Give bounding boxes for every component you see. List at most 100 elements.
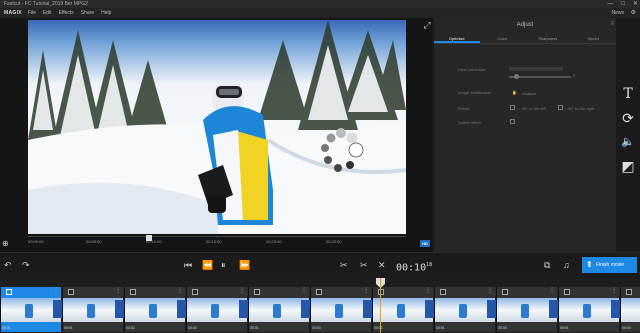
magix-logo: MAGIX — [4, 10, 22, 16]
clip-duration: 00:03 — [312, 326, 321, 330]
redo-icon[interactable]: ↷ — [22, 258, 30, 272]
split-scene-icon[interactable]: ✂ — [340, 258, 348, 272]
clip-checkbox[interactable] — [130, 289, 136, 295]
clip-thumbnail — [621, 298, 640, 322]
fast-forward-icon[interactable]: ⏩ — [239, 258, 250, 272]
clip-thumbnail — [559, 298, 619, 322]
menu-file[interactable]: File — [28, 10, 36, 16]
timeline-clip[interactable]: ⋮ 00:03 — [310, 287, 373, 332]
timeline-clip[interactable]: ⋮ 00:01 — [0, 287, 63, 332]
timeline-clip[interactable]: ⋮ 00:02 — [186, 287, 249, 332]
tab-speed[interactable]: Speed — [571, 35, 617, 43]
rotate-left-icon[interactable] — [510, 105, 515, 110]
timeline-clip[interactable]: ⋮ 00:01 — [248, 287, 311, 332]
skip-to-start-icon[interactable]: ⏮ — [184, 258, 192, 272]
clip-duration: 00:01 — [64, 326, 73, 330]
panel-title: Adjust — [516, 22, 534, 28]
clip-duration: 00:02 — [126, 326, 135, 330]
close-window-button[interactable]: ✕ — [633, 0, 638, 8]
undo-icon[interactable]: ↶ — [4, 258, 12, 272]
clip-menu-icon[interactable]: ⋮ — [53, 287, 59, 294]
clip-menu-icon[interactable]: ⋮ — [487, 287, 493, 294]
switch-effect-checkbox[interactable] — [510, 119, 515, 124]
clip-duration: 00:02 — [374, 326, 383, 330]
clip-duration: 00:01 — [436, 326, 445, 330]
clip-menu-icon[interactable]: ⋮ — [239, 287, 245, 294]
video-preview[interactable] — [28, 20, 406, 234]
menu-share[interactable]: Share — [81, 10, 94, 16]
clip-menu-icon[interactable]: ⋮ — [177, 287, 183, 294]
clip-menu-icon[interactable]: ⋮ — [363, 287, 369, 294]
timeline-clip[interactable]: ⋮ 00:01 — [434, 287, 497, 332]
clip-thumbnail — [435, 298, 495, 322]
trim-icon[interactable]: ✂ — [360, 258, 368, 272]
tab-color[interactable]: Color — [480, 35, 526, 43]
clip-checkbox[interactable] — [378, 289, 384, 295]
clip-menu-icon[interactable]: ⋮ — [301, 287, 307, 294]
clip-duration: 00:01 — [2, 326, 11, 330]
timeline-clip[interactable]: ⋮ 00:02 — [124, 287, 187, 332]
ruler-tick: 00:00:00 — [28, 239, 44, 244]
adjust-tool-icon[interactable]: ⟳ — [620, 110, 636, 126]
timecode-main: 00:10 — [396, 262, 427, 274]
menu-effects[interactable]: Effects — [59, 10, 74, 16]
audio-tool-icon[interactable]: 🔈 — [620, 134, 636, 150]
transport-bar: ↶ ↷ ⏮ ⏪ ⏸ ⏩ ✂ ✂ ✕ 00:1018 ⧉ ♫ ⬆ Finish m… — [0, 252, 640, 277]
menu-edit[interactable]: Edit — [43, 10, 52, 16]
rotate-right-icon[interactable] — [558, 105, 563, 110]
add-media-icon[interactable]: ⧉ — [544, 258, 550, 272]
clip-checkbox[interactable] — [6, 289, 12, 295]
ruler-tick: 00:25:00 — [326, 239, 342, 244]
clip-menu-icon[interactable]: ⋮ — [611, 287, 617, 294]
delete-icon[interactable]: ✕ — [378, 258, 386, 272]
clip-checkbox[interactable] — [254, 289, 260, 295]
timeline-clip[interactable]: 00:00 — [620, 287, 640, 332]
zoom-in-icon[interactable]: ⊕ — [2, 239, 9, 248]
clip-menu-icon[interactable]: ⋮ — [425, 287, 431, 294]
timeline-clip[interactable]: ⋮ 00:00 — [496, 287, 559, 332]
clip-checkbox[interactable] — [192, 289, 198, 295]
timeline-clip[interactable]: ⋮ 00:02 — [372, 287, 435, 332]
tab-sharpness[interactable]: Sharpness — [525, 35, 571, 43]
clip-duration: 00:01 — [250, 326, 259, 330]
rotate-label: Rotate — [458, 106, 470, 111]
timeline-clip[interactable]: ⋮ 00:01 — [62, 287, 125, 332]
clip-thumbnail — [125, 298, 185, 322]
preview-ruler[interactable]: 00:00:00 00:05:00 00:10:00 00:15:00 00:2… — [28, 236, 406, 246]
lens-correction-knob[interactable] — [514, 74, 519, 79]
clip-thumbnail — [497, 298, 557, 322]
menu-help[interactable]: Help — [101, 10, 111, 16]
maximize-button[interactable]: □ — [621, 0, 625, 8]
clip-menu-icon[interactable]: ⋮ — [549, 287, 555, 294]
pause-icon[interactable]: ⏸ — [221, 258, 226, 272]
clip-checkbox[interactable] — [626, 289, 632, 295]
timecode-frames: 18 — [426, 262, 433, 268]
add-music-icon[interactable]: ♫ — [563, 258, 570, 272]
timeline-clip[interactable]: ⋮ 00:01 — [558, 287, 621, 332]
timeline-playhead[interactable] — [380, 278, 381, 333]
tab-optimize[interactable]: Optimize — [434, 35, 480, 43]
panel-menu-icon[interactable]: ≡ — [610, 21, 614, 27]
rotate-left-button[interactable]: 90° to the left — [522, 106, 546, 111]
fullscreen-icon[interactable]: ⤢ — [422, 20, 432, 30]
finish-movie-button[interactable]: ⬆ Finish movie — [582, 257, 637, 273]
clip-checkbox[interactable] — [502, 289, 508, 295]
clip-checkbox[interactable] — [68, 289, 74, 295]
clip-thumbnail — [63, 298, 123, 322]
analyze-button[interactable]: Analyze — [522, 91, 536, 96]
rotate-right-button[interactable]: 90° to the right — [568, 106, 594, 111]
news-button[interactable]: News — [611, 8, 624, 18]
clip-checkbox[interactable] — [440, 289, 446, 295]
rewind-icon[interactable]: ⏪ — [202, 258, 213, 272]
clip-checkbox[interactable] — [316, 289, 322, 295]
clip-menu-icon[interactable]: ⋮ — [115, 287, 121, 294]
transition-tool-icon[interactable]: ◩ — [620, 158, 636, 174]
settings-icon[interactable]: ⚙ — [631, 8, 636, 18]
clip-duration: 00:00 — [498, 326, 507, 330]
image-stabilization-label: Image stabilization — [458, 90, 492, 95]
preview-playhead-handle[interactable] — [146, 235, 152, 241]
minimize-button[interactable]: — — [607, 0, 613, 8]
lens-correction-select[interactable] — [509, 67, 563, 71]
text-tool-icon[interactable]: T — [620, 86, 636, 102]
clip-checkbox[interactable] — [564, 289, 570, 295]
